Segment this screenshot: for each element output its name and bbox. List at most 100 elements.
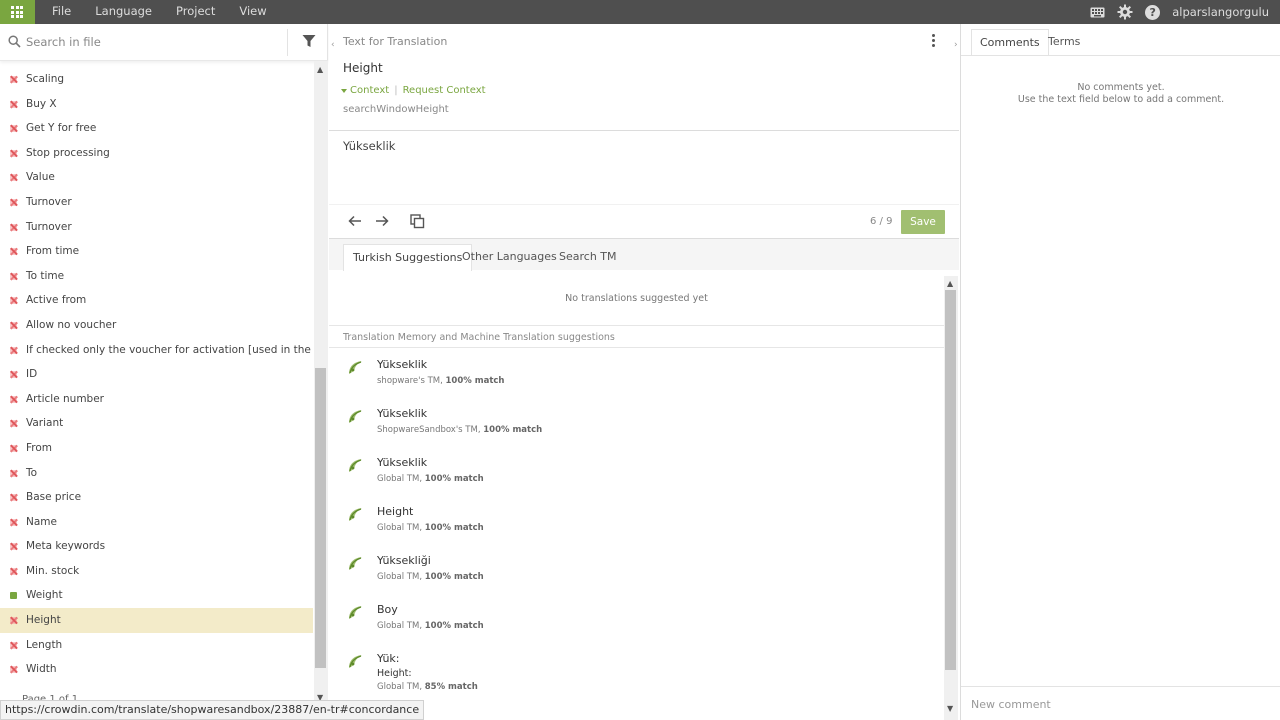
string-label: From time <box>26 245 80 258</box>
string-item[interactable]: Name <box>0 510 313 535</box>
scroll-up-icon[interactable]: ▲ <box>947 279 953 288</box>
untranslated-status-icon <box>10 420 17 428</box>
tm-suggestion-text: Yük: <box>377 652 400 665</box>
suggestions-scrollbar[interactable]: ▲ ▼ <box>944 276 958 720</box>
string-item[interactable]: Active from <box>0 288 313 313</box>
arrow-left-icon[interactable] <box>347 213 363 229</box>
tm-source-name: Global TM, <box>377 474 423 484</box>
string-label: Meta keywords <box>26 540 106 553</box>
tm-suggestion-meta: Global TM, 85% match <box>377 682 478 692</box>
string-item[interactable]: From time <box>0 239 313 264</box>
tab-comments[interactable]: Comments <box>971 29 1049 56</box>
editor-toolbar: 6 / 9 Save <box>329 204 959 238</box>
help-icon[interactable]: ? <box>1145 4 1161 20</box>
untranslated-status-icon <box>10 395 17 403</box>
string-item[interactable]: Min. stock <box>0 559 313 584</box>
tm-suggestion[interactable]: Boy Global TM, 100% match <box>329 599 944 648</box>
string-item[interactable]: Turnover <box>0 190 313 215</box>
untranslated-status-icon <box>10 321 17 329</box>
keyboard-icon[interactable] <box>1089 4 1105 20</box>
string-item[interactable]: To <box>0 461 313 486</box>
string-label: To <box>26 466 38 479</box>
gear-icon[interactable] <box>1117 4 1133 20</box>
strings-scrollbar[interactable]: ▲ ▼ <box>314 61 328 707</box>
tm-suggestion[interactable]: Yük: Height: Global TM, 85% match <box>329 648 944 697</box>
string-item[interactable]: Base price <box>0 485 313 510</box>
menu-file[interactable]: File <box>40 0 83 24</box>
tm-suggestion-meta: shopware's TM, 100% match <box>377 376 504 386</box>
suggestion-tabs: Turkish Suggestions Other Languages Sear… <box>329 238 959 271</box>
string-item[interactable]: Article number <box>0 387 313 412</box>
copy-source-icon[interactable] <box>409 213 425 229</box>
untranslated-status-icon <box>10 617 17 625</box>
string-item[interactable]: ID <box>0 362 313 387</box>
new-comment-input[interactable] <box>971 696 1271 712</box>
tm-suggestion[interactable]: Yükseklik Global TM, 100% match <box>329 452 944 501</box>
string-item[interactable]: Height <box>0 608 313 633</box>
untranslated-status-icon <box>10 248 17 256</box>
tm-source-icon <box>347 555 364 572</box>
divider <box>329 130 959 131</box>
tm-source-icon <box>347 604 364 621</box>
menu-project[interactable]: Project <box>164 0 227 24</box>
tm-source-name: Global TM, <box>377 572 423 582</box>
empty-suggestions-text: No translations suggested yet <box>565 293 708 304</box>
source-label: Text for Translation <box>343 35 448 48</box>
arrow-right-icon[interactable] <box>374 213 390 229</box>
tm-source-icon <box>347 359 364 376</box>
string-item[interactable]: If checked only the voucher for activati… <box>0 338 313 363</box>
divider <box>961 55 1280 56</box>
filter-icon[interactable] <box>302 34 316 48</box>
string-item[interactable]: Length <box>0 633 313 658</box>
string-label: Active from <box>26 294 87 307</box>
translated-status-icon <box>10 592 17 600</box>
string-label: Buy X <box>26 97 57 110</box>
grid-icon <box>11 6 23 18</box>
scroll-thumb[interactable] <box>315 368 326 668</box>
top-right-tools: ? alparslangorgulu <box>1089 0 1280 24</box>
context-link[interactable]: Context <box>350 85 389 96</box>
collapse-left-icon[interactable]: ‹ <box>331 40 335 50</box>
menu-language[interactable]: Language <box>83 0 164 24</box>
string-item[interactable]: Allow no voucher <box>0 313 313 338</box>
tm-suggestion[interactable]: Yükseklik shopware's TM, 100% match <box>329 354 944 403</box>
string-item[interactable]: Variant <box>0 411 313 436</box>
scroll-thumb[interactable] <box>945 290 956 670</box>
search-input[interactable] <box>26 33 276 51</box>
string-item[interactable]: Meta keywords <box>0 534 313 559</box>
tab-search-tm[interactable]: Search TM <box>550 244 626 271</box>
string-item[interactable]: Buy X <box>0 92 313 117</box>
untranslated-status-icon <box>10 76 17 83</box>
string-item[interactable]: Scaling <box>0 67 313 92</box>
tab-other-languages[interactable]: Other Languages <box>453 244 566 271</box>
string-item[interactable]: Stop processing <box>0 141 313 166</box>
collapse-right-icon[interactable]: › <box>954 40 958 50</box>
string-item[interactable]: Value <box>0 165 313 190</box>
string-label: Value <box>26 171 55 184</box>
tm-suggestion[interactable]: Yüksekliği Global TM, 100% match <box>329 550 944 599</box>
translation-textarea[interactable]: Yükseklik <box>343 139 395 153</box>
scroll-down-icon[interactable]: ▼ <box>947 704 953 713</box>
apps-grid-button[interactable] <box>0 0 35 24</box>
string-item[interactable]: Get Y for free <box>0 116 313 141</box>
string-item[interactable]: Width <box>0 657 313 682</box>
string-item[interactable]: From <box>0 436 313 461</box>
more-options-icon[interactable] <box>929 34 937 50</box>
tm-suggestion-text: Yükseklik <box>377 358 428 371</box>
no-comments-text: No comments yet. Use the text field belo… <box>961 82 1280 106</box>
menu-view[interactable]: View <box>227 0 278 24</box>
string-item[interactable]: Weight <box>0 583 313 608</box>
scroll-up-icon[interactable]: ▲ <box>317 65 323 74</box>
tm-suggestion-text-line2: Height: <box>377 668 412 679</box>
string-item[interactable]: Turnover <box>0 215 313 240</box>
tm-suggestion[interactable]: Height Global TM, 100% match <box>329 501 944 550</box>
tm-suggestion[interactable]: Yükseklik ShopwareSandbox's TM, 100% matc… <box>329 403 944 452</box>
string-label: Stop processing <box>26 146 110 159</box>
string-item[interactable]: To time <box>0 264 313 289</box>
tm-suggestion-text: Yükseklik <box>377 456 428 469</box>
save-button[interactable]: Save <box>901 210 945 234</box>
tm-suggestion-meta: Global TM, 100% match <box>377 523 484 533</box>
username[interactable]: alparslangorgulu <box>1172 5 1280 19</box>
tab-terms[interactable]: Terms <box>1040 29 1088 56</box>
request-context-link[interactable]: Request Context <box>403 85 486 96</box>
